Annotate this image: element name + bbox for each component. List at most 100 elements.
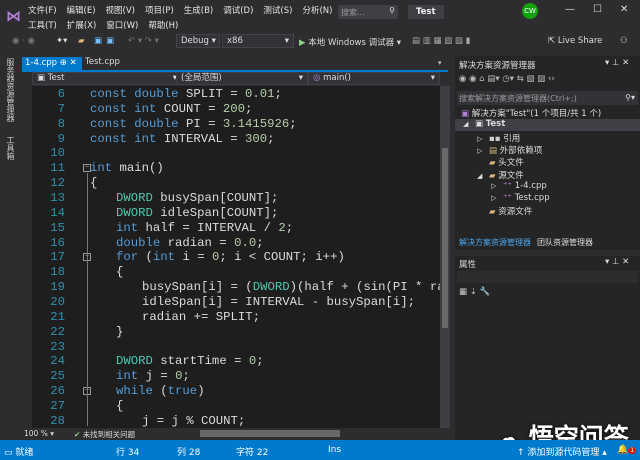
expand-arrow-icon[interactable]: ▷ <box>477 135 489 143</box>
tree-item[interactable]: ▰ 资源文件 <box>455 205 640 217</box>
tab-overflow-icon[interactable]: ▾ <box>438 59 442 67</box>
avatar[interactable]: CW <box>522 3 538 19</box>
tree-item[interactable]: ▰ 头文件 <box>455 156 640 168</box>
code-line[interactable]: 14 DWORD idleSpan[COUNT]; <box>32 206 440 221</box>
live-share-button[interactable]: ⇱ Live Share <box>548 36 602 46</box>
scope-dropdown[interactable]: (全局范围) ▾ <box>176 72 308 85</box>
code-token: j = <box>145 369 176 384</box>
code-line[interactable]: 19 busySpan[i] = (DWORD)(half + (sin(PI *… <box>32 280 440 295</box>
save-all-icon[interactable]: ▣ <box>106 36 114 46</box>
menu-item[interactable]: 分析(N) <box>302 6 332 16</box>
menu-item[interactable]: 测试(S) <box>263 6 292 16</box>
undo-redo-icon[interactable]: ↶ ▾ ↷ ▾ <box>128 36 159 46</box>
back-forward-icon[interactable]: ◉ · ◉ <box>12 36 35 46</box>
code-line[interactable]: 22} <box>32 325 440 340</box>
code-token: DWORD <box>252 280 290 295</box>
menu-item[interactable]: 视图(V) <box>106 6 135 16</box>
tab-team-explorer[interactable]: 团队资源管理器 <box>537 237 593 248</box>
scrollbar-thumb[interactable] <box>442 148 448 328</box>
zoom-dropdown[interactable]: 100 % ▾ <box>24 429 54 438</box>
code-line[interactable]: 12 { <box>32 176 440 191</box>
expand-arrow-icon[interactable]: ◢ <box>463 120 475 128</box>
source-control-button[interactable]: ↑ 添加到源代码管理 ▴ <box>517 445 607 458</box>
code-text: int half = INTERVAL / 2; <box>116 221 293 236</box>
open-folder-icon[interactable]: ▰ <box>78 36 85 46</box>
code-line[interactable]: 24 DWORD startTime = 0; <box>32 354 440 369</box>
debug-tools-icons[interactable]: ▤ ▥ ▦ ▧ ▨ ▮ <box>412 36 470 46</box>
code-line[interactable]: 18 { <box>32 265 440 280</box>
notifications-icon[interactable]: 🔔 1 <box>617 445 637 455</box>
code-line[interactable]: 21 radian += SPLIT; <box>32 310 440 325</box>
solution-search-placeholder: 搜索解决方案资源管理器(Ctrl+;) <box>459 94 577 103</box>
menu-item[interactable]: 文件(F) <box>28 6 57 16</box>
maximize-icon[interactable]: ☐ <box>593 4 602 15</box>
expand-arrow-icon[interactable]: ▷ <box>477 147 489 155</box>
menu-item[interactable]: 帮助(H) <box>148 21 178 31</box>
server-explorer-tab[interactable]: 服务器资源管理器 <box>5 58 16 122</box>
properties-toolbar-icons[interactable]: ▦ ⇣ 🔧 <box>459 287 490 297</box>
panel-splitter[interactable] <box>455 250 640 256</box>
code-line[interactable]: 26−while (true) <box>32 384 440 399</box>
tree-item[interactable]: ▣ 解决方案"Test"(1 个项目/共 1 个) <box>455 107 640 119</box>
code-line[interactable]: 15 int half = INTERVAL / 2; <box>32 221 440 236</box>
menu-item[interactable]: 窗口(W) <box>106 21 138 31</box>
tab-close-icon[interactable]: ✕ <box>70 58 77 68</box>
horizontal-scrollbar-thumb[interactable] <box>200 430 340 437</box>
tree-item[interactable]: ▷ ⁺⁺ 1-4.cpp <box>455 181 640 193</box>
tree-item[interactable]: ▷ ▪▪ 引用 <box>455 132 640 144</box>
code-token: int <box>116 369 146 384</box>
code-editor[interactable]: 6 const double SPLIT = 0.01; 7 const int CO… <box>32 86 440 428</box>
save-icon[interactable]: ▣ <box>94 36 102 46</box>
tree-item[interactable]: ▷ ⁺⁺ Test.cpp <box>455 193 640 205</box>
search-box[interactable]: 搜索... ⚲ <box>338 5 398 19</box>
code-line[interactable]: 6 const double SPLIT = 0.01; <box>32 87 440 102</box>
code-line[interactable]: 25 int j = 0; <box>32 369 440 384</box>
menu-item[interactable]: 生成(B) <box>184 6 213 16</box>
menu-item[interactable]: 调试(D) <box>223 6 253 16</box>
platform-dropdown[interactable]: x86 ▾ <box>222 34 294 48</box>
properties-object-dropdown[interactable] <box>457 271 638 283</box>
start-debug-button[interactable]: ▶ 本地 Windows 调试器 ▾ <box>299 36 401 48</box>
minimize-icon[interactable]: — <box>565 4 575 15</box>
code-line[interactable]: 23 <box>32 340 440 355</box>
tree-item[interactable]: ◢ ▰ 源文件 <box>455 169 640 181</box>
expand-arrow-icon[interactable]: ▷ <box>491 182 503 190</box>
properties-controls-icon[interactable]: ▾ ⊥ ✕ <box>605 257 629 267</box>
code-line[interactable]: 13 DWORD busySpan[COUNT]; <box>32 191 440 206</box>
close-icon[interactable]: ✕ <box>620 4 628 15</box>
solution-search-input[interactable]: 搜索解决方案资源管理器(Ctrl+;) ⚲▾ <box>457 91 638 105</box>
pin-icon[interactable]: ⊕ <box>60 58 67 68</box>
project-dropdown[interactable]: ▣ Test ▾ <box>32 72 182 85</box>
feedback-icon[interactable]: ⚇ <box>620 36 628 46</box>
tree-item[interactable]: ▷ ▤ 外部依赖项 <box>455 144 640 156</box>
solution-toolbar-icons[interactable]: ◉ ◉ ⌂ ▤▾ ◷▾ ⇆ ▧ ▨ ‹› <box>459 74 555 84</box>
code-line[interactable]: 20 idleSpan[i] = INTERVAL - busySpan[i]; <box>32 295 440 310</box>
code-line[interactable]: 16 double radian = 0.0; <box>32 236 440 251</box>
code-line[interactable]: 7 const int COUNT = 200; <box>32 102 440 117</box>
tab-1-4-cpp[interactable]: 1-4.cpp ⊕ ✕ <box>22 57 82 70</box>
code-line[interactable]: 27 { <box>32 399 440 414</box>
code-line[interactable]: 17−for (int i = 0; i < COUNT; i++) <box>32 250 440 265</box>
menu-item[interactable]: 编辑(E) <box>67 6 96 16</box>
menu-item[interactable]: 扩展(X) <box>67 21 96 31</box>
code-line[interactable]: 11− int main() <box>32 161 440 176</box>
tab-solution-explorer[interactable]: 解决方案资源管理器 <box>459 237 531 248</box>
tab-test-cpp[interactable]: Test.cpp <box>85 57 120 67</box>
expand-arrow-icon[interactable]: ◢ <box>477 172 489 180</box>
code-line[interactable]: 10 <box>32 146 440 161</box>
expand-arrow-icon[interactable]: ▷ <box>491 194 503 202</box>
issues-indicator[interactable]: ✔ 未找到相关问题 <box>74 429 135 440</box>
tree-item[interactable]: ◢ ▣ Test <box>455 119 640 132</box>
code-text: { <box>116 265 123 280</box>
code-line[interactable]: 9 const int INTERVAL = 300; <box>32 132 440 147</box>
panel-controls-icon[interactable]: ▾ ⊥ ✕ <box>605 58 629 68</box>
member-dropdown[interactable]: ◎ main() ▾ <box>308 72 440 85</box>
code-line[interactable]: 28 j = j % COUNT; <box>32 414 440 428</box>
config-value: Debug <box>181 36 209 46</box>
menu-item[interactable]: 工具(T) <box>28 21 57 31</box>
new-project-icon[interactable]: ✦▾ <box>56 36 67 46</box>
code-line[interactable]: 8 const double PI = 3.1415926; <box>32 117 440 132</box>
menu-item[interactable]: 项目(P) <box>145 6 174 16</box>
toolbox-tab[interactable]: 工具箱 <box>5 136 16 160</box>
config-dropdown[interactable]: Debug ▾ <box>176 34 220 48</box>
